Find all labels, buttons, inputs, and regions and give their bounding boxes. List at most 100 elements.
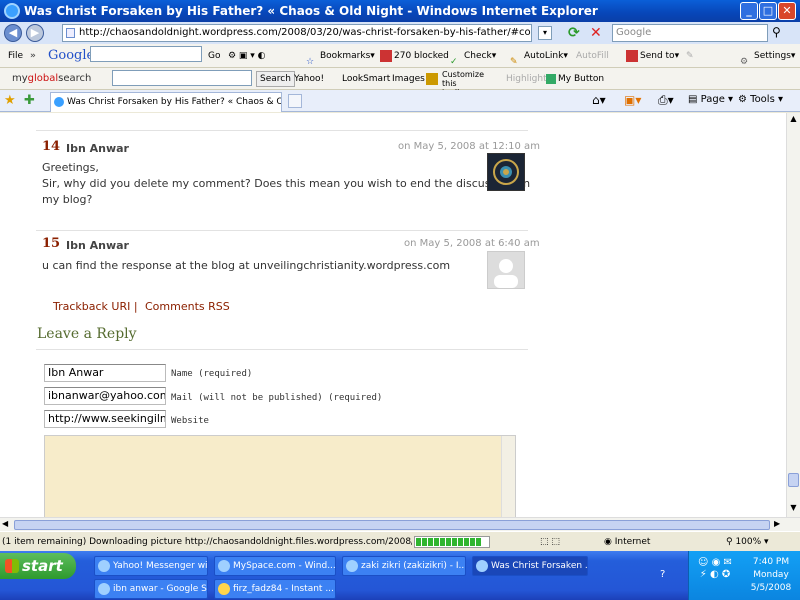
clock-day: Monday <box>753 570 789 580</box>
comments-rss-link[interactable]: Comments RSS <box>145 300 230 313</box>
address-input[interactable]: http://chaosandoldnight.wordpress.com/20… <box>62 24 532 42</box>
add-favorites-icon[interactable]: ✚ <box>24 93 35 108</box>
autolink-button[interactable]: ✎AutoLink▾ <box>510 44 568 68</box>
myglobalsearch-logo: myglobalsearch <box>12 73 92 84</box>
divider <box>36 230 528 231</box>
horizontal-scrollbar[interactable]: ◀ ▶ <box>0 517 800 531</box>
google-toolbar: File » Google Go ⚙ ▣ ▾ ◐ ☆Bookmarks▾ 270… <box>0 44 800 68</box>
start-button[interactable]: start <box>0 553 76 579</box>
go-button[interactable]: Go <box>208 44 220 68</box>
favorites-star-icon[interactable]: ★ <box>4 93 16 108</box>
taskbar-button[interactable]: Yahoo! Messenger wi... <box>94 556 208 576</box>
looksmart-link[interactable]: LookSmart <box>342 68 390 90</box>
taskbar-button-active[interactable]: Was Christ Forsaken ... <box>472 556 588 576</box>
taskbar-button[interactable]: ibn anwar - Google S... <box>94 579 208 599</box>
website-field[interactable]: http://www.seekingilm.c <box>44 410 166 428</box>
google-search-input[interactable] <box>90 46 202 62</box>
window-title: Was Christ Forsaken by His Father? « Cha… <box>24 4 598 18</box>
scroll-thumb[interactable] <box>14 520 770 530</box>
name-field[interactable]: Ibn Anwar <box>44 364 166 382</box>
zone-label: Internet <box>614 537 651 547</box>
chevron-icon[interactable]: » <box>30 44 36 68</box>
default-avatar-icon <box>494 259 518 288</box>
settings-button[interactable]: ⚙Settings▾ <box>740 44 795 68</box>
vertical-scrollbar[interactable]: ▲ ▼ <box>786 113 800 517</box>
avatar <box>487 153 525 191</box>
search-button[interactable]: Search <box>256 71 295 87</box>
search-icon[interactable]: ⚲ <box>772 25 792 41</box>
dropdown-arrow-icon[interactable]: ▾ <box>538 26 552 40</box>
pencil-icon[interactable]: ✎ <box>686 44 694 68</box>
toolbar-icons[interactable]: ⚙ ▣ ▾ ◐ <box>228 44 266 68</box>
progress-fill <box>416 538 481 546</box>
status-icons: ⬚ ⬚ <box>540 537 560 547</box>
my-button[interactable]: My Button <box>558 68 604 90</box>
new-tab-button[interactable] <box>288 94 302 108</box>
forward-button[interactable]: ▶ <box>26 24 44 42</box>
title-bar[interactable]: Was Christ Forsaken by His Father? « Cha… <box>0 0 800 22</box>
back-button[interactable]: ◀ <box>4 24 22 42</box>
autofill-button[interactable]: AutoFill <box>576 44 609 68</box>
textarea-scrollbar[interactable] <box>501 436 515 517</box>
taskbar-button[interactable]: MySpace.com - Wind... <box>214 556 336 576</box>
taskbar-button[interactable]: firz_fadz84 - Instant ... <box>214 579 336 599</box>
comment-body: u can find the response at the blog at u… <box>42 258 450 274</box>
divider <box>36 130 528 131</box>
status-text: (1 item remaining) Downloading picture h… <box>2 537 412 547</box>
yahoo-link[interactable]: Yahoo! <box>294 68 324 90</box>
tray-icons[interactable]: ☺ ◉ ✉ ⚡ ◐ ✪ <box>695 557 735 581</box>
email-field[interactable]: ibnanwar@yahoo.com <box>44 387 166 405</box>
gear-icon: ⚙ <box>738 94 751 105</box>
ie-icon <box>346 560 358 572</box>
bookmarks-button[interactable]: ☆Bookmarks▾ <box>306 44 375 68</box>
taskbar: start Yahoo! Messenger wi... MySpace.com… <box>0 551 800 600</box>
scroll-down-icon[interactable]: ▼ <box>788 503 799 515</box>
status-bar: (1 item remaining) Downloading picture h… <box>0 531 800 551</box>
stop-icon[interactable]: ✕ <box>590 25 606 41</box>
scroll-thumb[interactable] <box>788 473 799 487</box>
tab-bar: ★ ✚ Was Christ Forsaken by His Father? «… <box>0 90 800 112</box>
page-content: 14 Ibn Anwar on May 5, 2008 at 12:10 am … <box>0 113 786 517</box>
maximize-button[interactable]: □ <box>759 2 777 20</box>
comment-author[interactable]: Ibn Anwar <box>66 142 129 155</box>
refresh-icon[interactable]: ⟳ <box>568 25 584 41</box>
file-menu[interactable]: File <box>8 44 23 68</box>
spellcheck-button[interactable]: ✓Check▾ <box>450 44 496 68</box>
trackback-link[interactable]: Trackback URI | <box>53 300 138 313</box>
comment-textarea[interactable] <box>44 435 516 517</box>
rss-feed-icon[interactable]: ▣▾ <box>624 93 641 107</box>
yahoo-messenger-icon <box>98 560 110 572</box>
taskbar-button[interactable]: zaki zikri (zakizikri) - I... <box>342 556 466 576</box>
zoom-control[interactable]: ⚲ 100% ▾ <box>726 532 769 552</box>
comment-line: Sir, why did you delete my comment? Does… <box>42 177 531 190</box>
clock[interactable]: 7:40 PM Monday 5/5/2008 <box>743 556 799 595</box>
comment-author[interactable]: Ibn Anwar <box>66 239 129 252</box>
minimize-button[interactable]: _ <box>740 2 758 20</box>
popup-blocked-button[interactable]: 270 blocked <box>380 44 449 68</box>
tab-title: Was Christ Forsaken by His Father? « Cha… <box>67 97 281 107</box>
scroll-right-icon[interactable]: ▶ <box>774 519 780 528</box>
home-icon[interactable]: ⌂▾ <box>592 93 606 107</box>
live-search-input[interactable]: Google <box>612 24 768 42</box>
images-link[interactable]: Images <box>392 68 425 90</box>
windows-logo-icon <box>5 559 19 573</box>
comment-date[interactable]: on May 5, 2008 at 6:40 am <box>404 238 540 249</box>
close-button[interactable]: ✕ <box>778 2 796 20</box>
scroll-up-icon[interactable]: ▲ <box>788 114 799 126</box>
page-menu[interactable]: ▤ Page ▾ <box>688 94 733 105</box>
send-to-button[interactable]: Send to▾ <box>626 44 679 68</box>
ie-icon <box>476 560 488 572</box>
tab-active[interactable]: Was Christ Forsaken by His Father? « Cha… <box>50 92 282 112</box>
myglobalsearch-input[interactable] <box>112 70 252 86</box>
clock-time: 7:40 PM <box>752 557 790 567</box>
scroll-left-icon[interactable]: ◀ <box>2 519 8 528</box>
zoom-label: 100% <box>735 537 762 547</box>
highlight-button[interactable]: Highlight <box>506 68 547 90</box>
help-icon[interactable]: ? <box>660 569 665 580</box>
comment-date[interactable]: on May 5, 2008 at 12:10 am <box>398 141 540 152</box>
comment-number: 14 <box>42 139 61 154</box>
zone-indicator[interactable]: ◉ Internet <box>604 532 650 552</box>
print-icon[interactable]: ⎙▾ <box>658 93 674 108</box>
messenger-icon <box>218 583 230 595</box>
tools-menu[interactable]: ⚙ Tools ▾ <box>738 94 783 105</box>
